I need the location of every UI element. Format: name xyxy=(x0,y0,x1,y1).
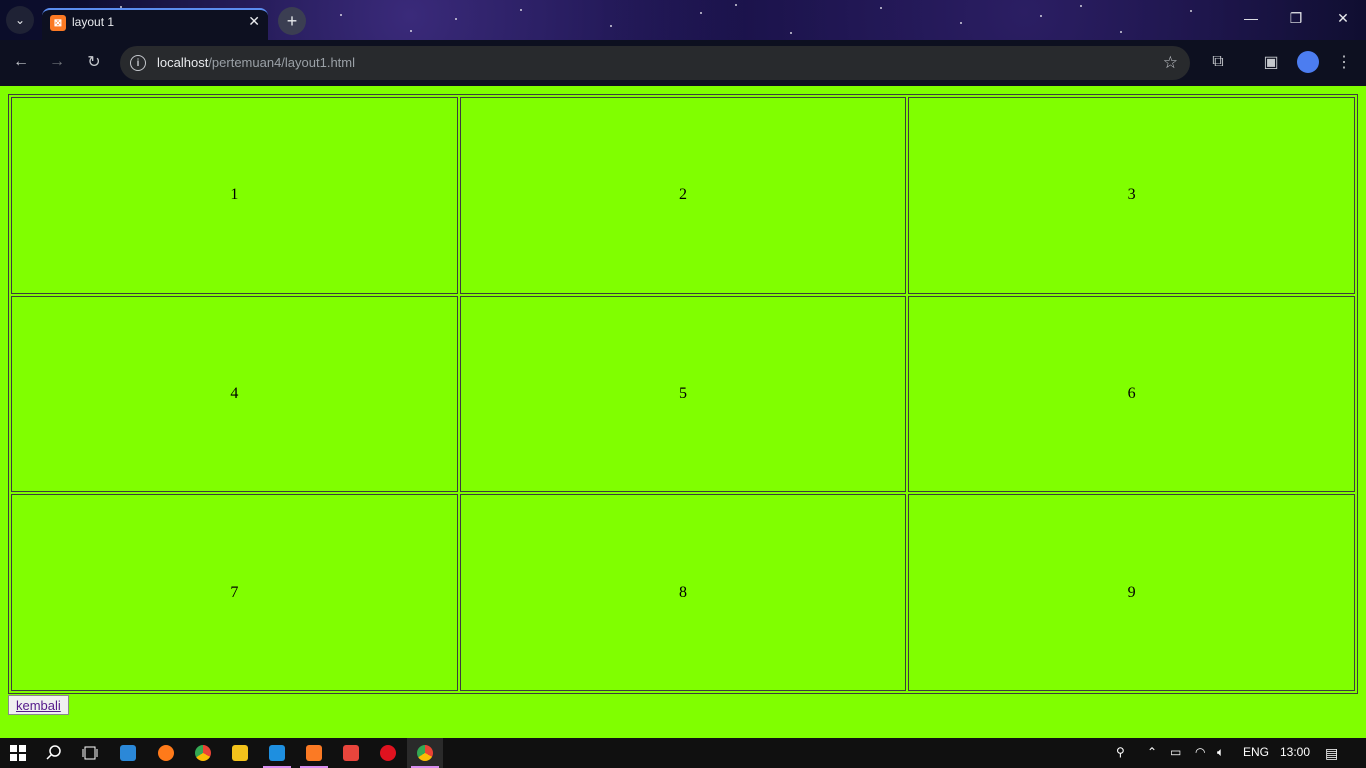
chrome-active-icon[interactable] xyxy=(407,738,443,768)
people-icon[interactable]: ⚲ xyxy=(1116,745,1125,759)
address-bar[interactable]: i localhost/pertemuan4/layout1.html ☆ xyxy=(120,46,1190,80)
page-viewport: 1 2 3 4 5 6 7 8 9 kembali xyxy=(0,86,1366,738)
extensions-puzzle-icon[interactable]: ⧉ xyxy=(1207,51,1229,73)
table-cell: 4 xyxy=(11,295,458,493)
table-cell: 2 xyxy=(459,97,907,294)
table-cell: 5 xyxy=(459,295,907,493)
plus-icon: + xyxy=(286,10,298,31)
search-icon[interactable] xyxy=(36,738,72,768)
menu-kebab-icon[interactable]: ⋮ xyxy=(1333,51,1355,73)
xampp-favicon-icon: ⊠ xyxy=(50,15,66,31)
wifi-icon[interactable]: ◠ xyxy=(1195,745,1205,759)
tab-title: layout 1 xyxy=(72,15,115,29)
red-app-icon[interactable] xyxy=(333,738,369,768)
bookmark-star-icon[interactable]: ☆ xyxy=(1163,53,1178,73)
table-cell: 8 xyxy=(459,494,907,691)
battery-icon[interactable]: ▭ xyxy=(1170,745,1181,759)
clock[interactable]: 13:00 xyxy=(1280,745,1310,759)
xampp-icon[interactable] xyxy=(296,738,332,768)
table-row: 1 2 3 xyxy=(11,97,1355,294)
minimize-icon[interactable]: — xyxy=(1241,10,1261,26)
tab-close-icon[interactable]: ✕ xyxy=(248,13,260,30)
table-row: 4 5 6 xyxy=(11,295,1355,493)
chevron-up-icon[interactable]: ⌃ xyxy=(1147,745,1157,759)
table-cell: 7 xyxy=(11,494,458,691)
windows-taskbar: ⚲ ⌃ ▭ ◠ 🔈︎ ENG 13:00 ▤ xyxy=(0,738,1366,768)
table-row: 7 8 9 xyxy=(11,494,1355,691)
table-cell: 9 xyxy=(908,494,1355,691)
url-text[interactable]: localhost/pertemuan4/layout1.html xyxy=(157,55,355,70)
notification-icon[interactable]: ▤ xyxy=(1325,745,1338,762)
tab-search-button[interactable]: ⌄ xyxy=(6,6,34,34)
browser-tab-active[interactable]: ⊠ layout 1 ✕ xyxy=(42,8,268,40)
browser-title-bar: ⌄ ⊠ layout 1 ✕ + — ❐ ✕ xyxy=(0,0,1366,40)
chevron-down-icon: ⌄ xyxy=(14,13,26,27)
reload-icon[interactable]: ↻ xyxy=(83,51,105,73)
vscode-icon[interactable] xyxy=(259,738,295,768)
table-cell: 1 xyxy=(11,97,458,294)
close-window-icon[interactable]: ✕ xyxy=(1333,10,1353,27)
browser-toolbar: ← → ↻ i localhost/pertemuan4/layout1.htm… xyxy=(0,40,1366,86)
language-indicator[interactable]: ENG xyxy=(1243,745,1269,759)
chrome-icon[interactable] xyxy=(185,738,221,768)
file-explorer-icon[interactable] xyxy=(110,738,146,768)
restore-icon[interactable]: ❐ xyxy=(1286,10,1306,27)
new-tab-button[interactable]: + xyxy=(278,7,306,35)
firefox-icon[interactable] xyxy=(148,738,184,768)
sticky-app-icon[interactable] xyxy=(222,738,258,768)
back-arrow-icon[interactable]: ← xyxy=(10,51,32,73)
table-cell: 3 xyxy=(908,97,1355,294)
opera-icon[interactable] xyxy=(370,738,406,768)
windows-start-icon[interactable] xyxy=(0,738,36,768)
task-view-icon[interactable] xyxy=(72,738,108,768)
site-info-icon[interactable]: i xyxy=(130,55,146,71)
side-panel-icon[interactable]: ▣ xyxy=(1260,51,1282,73)
profile-avatar[interactable] xyxy=(1297,51,1319,73)
table-cell: 6 xyxy=(908,295,1355,493)
layout-table: 1 2 3 4 5 6 7 8 9 xyxy=(8,94,1358,694)
kembali-link-button[interactable]: kembali xyxy=(8,695,69,715)
volume-icon[interactable]: 🔈︎ xyxy=(1217,745,1224,760)
forward-arrow-icon[interactable]: → xyxy=(46,51,68,73)
